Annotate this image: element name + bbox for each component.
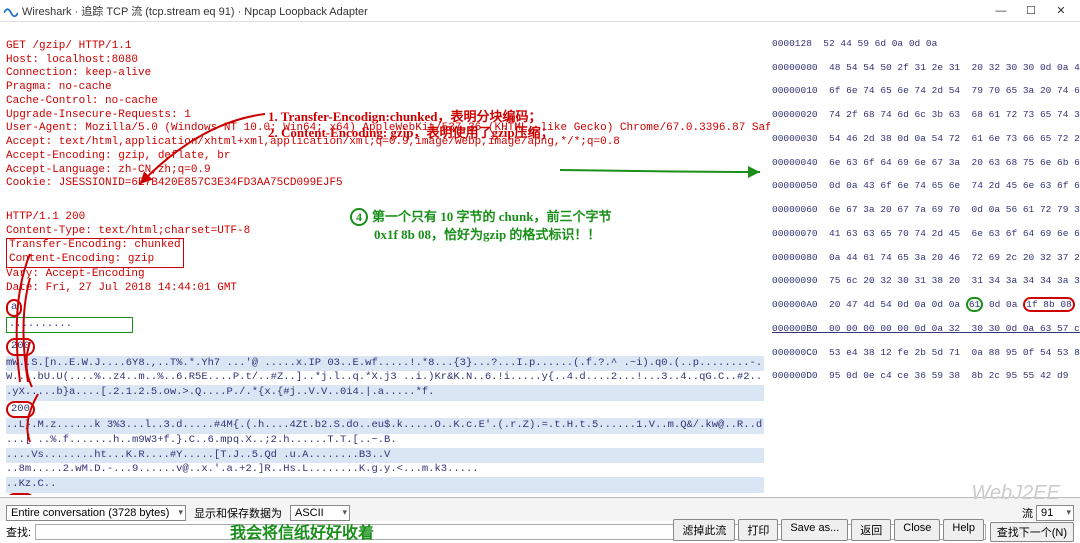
find-label: 查找:: [6, 524, 31, 540]
transfer-encoding-header[interactable]: Transfer-Encoding: chunked Content-Encod…: [6, 238, 184, 268]
annotation-4b: 0x1f 8b 08，恰好为gzip 的格式标识！！: [374, 224, 600, 243]
filter-stream-button[interactable]: 滤掉此流: [673, 519, 735, 541]
minimize-button[interactable]: —: [986, 1, 1016, 21]
bottom-decoration-text: 我会将信纸好好收着: [230, 519, 374, 543]
hex-gzip-magic: 1f 8b 08: [1023, 297, 1075, 312]
hex-chunk-a-marker: 61: [966, 297, 983, 312]
save-as-button[interactable]: Save as...: [781, 519, 848, 541]
chunk-marker-200-1: 200: [6, 338, 35, 356]
find-next-button[interactable]: 查找下一个(N): [990, 522, 1074, 542]
wireshark-icon: [4, 4, 18, 18]
annotation-1b: 2. Content-Encoding: gzip，表明使用了gzip压缩；: [268, 122, 554, 141]
print-button[interactable]: 打印: [738, 519, 778, 541]
back-button[interactable]: 返回: [851, 519, 891, 541]
annotation-4: 4第一个只有 10 字节的 chunk，前三个字节: [350, 206, 611, 226]
window-title: Wireshark · 追踪 TCP 流 (tcp.stream eq 91) …: [22, 3, 986, 19]
button-bar: 流 91: [1022, 505, 1074, 521]
conversation-combo[interactable]: Entire conversation (3728 bytes): [6, 505, 186, 521]
close-button[interactable]: Close: [894, 519, 940, 541]
stream-number-input[interactable]: 91: [1036, 505, 1074, 521]
chunk-marker-a: a: [6, 299, 22, 317]
data-body[interactable]: a .......... 200 mW..S.[n..E.W.J....6Y8.…: [6, 299, 764, 495]
watermark: WebJ2EE: [971, 482, 1060, 505]
help-button[interactable]: Help: [943, 519, 984, 541]
chunk-marker-200-2: 200: [6, 401, 35, 419]
stream-label: 流: [1022, 505, 1033, 521]
chunk-marker-200-3: 200: [6, 493, 35, 495]
close-window-button[interactable]: ✕: [1046, 1, 1076, 21]
maximize-button[interactable]: ☐: [1016, 1, 1046, 21]
titlebar: Wireshark · 追踪 TCP 流 (tcp.stream eq 91) …: [0, 0, 1080, 22]
hex-dump[interactable]: 0000128 52 44 59 6d 0a 0d 0a SID.... 000…: [770, 22, 1080, 495]
first-chunk-bytes: ..........: [6, 317, 133, 333]
stream-content: GET /gzip/ HTTP/1.1 Host: localhost:8080…: [0, 22, 770, 495]
